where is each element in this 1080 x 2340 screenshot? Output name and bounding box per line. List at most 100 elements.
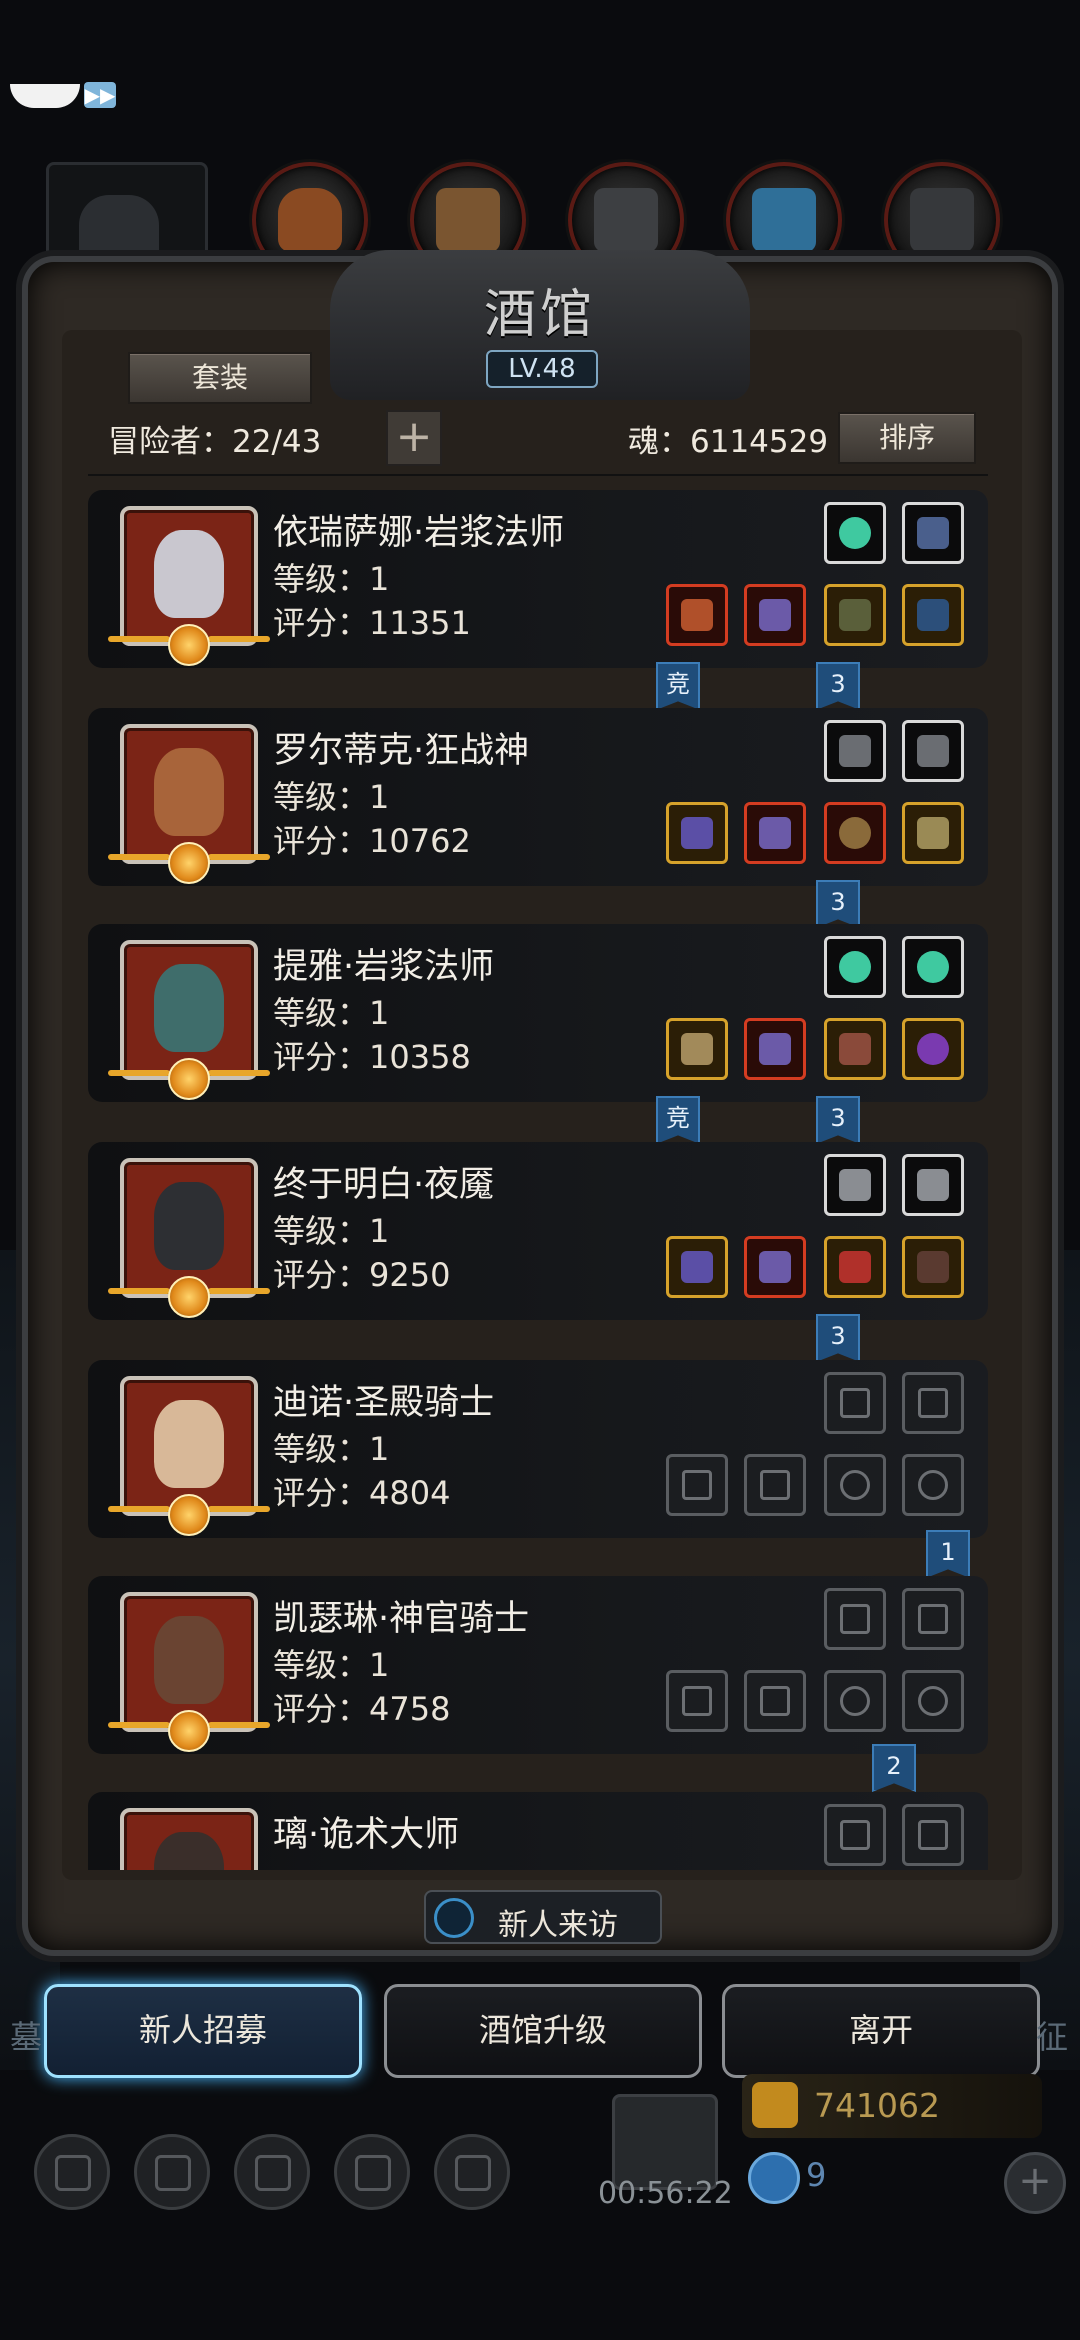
accessory-slot[interactable] (902, 802, 964, 864)
armor-slot[interactable] (744, 1018, 806, 1080)
clock-icon (434, 1898, 474, 1938)
empty-slot[interactable] (824, 1372, 886, 1434)
hero-portrait[interactable] (108, 506, 270, 666)
settings-icon[interactable] (34, 2134, 110, 2210)
hero-row[interactable]: 罗尔蒂克·狂战神 等级：1 评分：10762 (88, 708, 988, 886)
hero-score: 评分：9250 (273, 1256, 451, 1294)
hero-portrait[interactable] (108, 1376, 270, 1536)
empty-ring-slot[interactable] (824, 1454, 886, 1516)
weapon-slot[interactable] (666, 584, 728, 646)
hero-portrait[interactable] (108, 724, 270, 884)
empty-slot[interactable] (824, 1588, 886, 1650)
empty-weapon-slot[interactable] (666, 1454, 728, 1516)
hero-row[interactable]: 提雅·岩浆法师 等级：1 评分：10358 (88, 924, 988, 1102)
accessory-slot[interactable] (902, 720, 964, 782)
offhand-slot[interactable] (824, 584, 886, 646)
empty-weapon-slot[interactable] (666, 1670, 728, 1732)
empty-slot[interactable] (902, 1588, 964, 1650)
ring-icon (840, 1470, 870, 1500)
compass-icon (455, 2155, 491, 2191)
gem-slot[interactable] (902, 936, 964, 998)
empty-slot[interactable] (902, 1804, 964, 1866)
accessory-slot[interactable] (902, 502, 964, 564)
armor-slot[interactable] (744, 802, 806, 864)
accessory-slot[interactable] (902, 1018, 964, 1080)
green-gem-icon (917, 951, 949, 983)
upgrade-tavern-button[interactable]: 酒馆升级 (384, 1984, 702, 2078)
hero-list[interactable]: 依瑞萨娜·岩浆法师 等级：1 评分：11351 竞 3 罗尔蒂克·狂战神 等级：… (88, 490, 988, 1870)
amulet-icon (917, 517, 949, 549)
add-slot-button[interactable]: + (386, 410, 442, 466)
hero-portrait[interactable] (108, 940, 270, 1100)
feather-icon (917, 735, 949, 767)
hero-row[interactable]: 凯瑟琳·神官骑士 等级：1 评分：4758 (88, 1576, 988, 1754)
armor-slot[interactable] (744, 1236, 806, 1298)
empty-ring-slot[interactable] (824, 1670, 886, 1732)
rank-emblem-icon (168, 1710, 210, 1752)
new-visitor-button[interactable]: 新人来访 (424, 1890, 662, 1944)
hero-name: 终于明白·夜魇 (273, 1165, 495, 1205)
suit-button[interactable]: 套装 (128, 352, 312, 404)
hero-row[interactable]: 璃·诡术大师 (88, 1792, 988, 1870)
gem-amount: 9 (806, 2156, 827, 2194)
offhand-slot[interactable] (824, 1236, 886, 1298)
achievement-icon[interactable] (134, 2134, 210, 2210)
weapon-slot[interactable] (666, 802, 728, 864)
hero-row[interactable]: 依瑞萨娜·岩浆法师 等级：1 评分：11351 (88, 490, 988, 668)
weapon-slot[interactable] (666, 1018, 728, 1080)
accessory-slot[interactable] (902, 1236, 964, 1298)
accessory-slot[interactable] (824, 1154, 886, 1216)
rank-emblem-icon (168, 1058, 210, 1100)
weapon-slot[interactable] (666, 1236, 728, 1298)
empty-ring-slot[interactable] (902, 1670, 964, 1732)
empty-slot[interactable] (902, 1372, 964, 1434)
recruit-button[interactable]: 新人招募 (44, 1984, 362, 2078)
empty-ring-slot[interactable] (902, 1454, 964, 1516)
empty-armor-slot[interactable] (744, 1454, 806, 1516)
star-count-badge: 3 (816, 1096, 860, 1144)
hero-row[interactable]: 终于明白·夜魇 等级：1 评分：9250 (88, 1142, 988, 1320)
map-icon[interactable] (434, 2134, 510, 2210)
feather-icon (839, 735, 871, 767)
fast-forward-icon[interactable]: ▶▶ (84, 82, 116, 108)
gem-slot[interactable] (824, 502, 886, 564)
empty-armor-slot[interactable] (744, 1670, 806, 1732)
speed-control[interactable]: ▶▶ (10, 78, 116, 112)
tab-steel[interactable] (884, 162, 1000, 278)
hero-portrait[interactable] (108, 1592, 270, 1752)
offhand-slot[interactable] (824, 1018, 886, 1080)
hero-portrait[interactable] (108, 1158, 270, 1318)
accessory-slot[interactable] (902, 1154, 964, 1216)
accessory-slot[interactable] (824, 720, 886, 782)
side-label-right: 征 (1036, 2018, 1069, 2056)
tavern-level-badge: LV.48 (486, 350, 598, 388)
mace-icon (681, 817, 713, 849)
hammer-icon (682, 1686, 712, 1716)
armor-slot[interactable] (744, 584, 806, 646)
armor-outline-icon (760, 1470, 790, 1500)
accessory-slot[interactable] (902, 584, 964, 646)
wing-ornament (108, 636, 170, 642)
tab-leather[interactable] (252, 162, 368, 278)
hero-portrait[interactable] (120, 1808, 258, 1870)
hero-score: 评分：10358 (273, 1038, 471, 1076)
hero-level: 等级：1 (273, 994, 390, 1032)
hero-row[interactable]: 迪诺·圣殿骑士 等级：1 评分：4804 (88, 1360, 988, 1538)
gem-slot[interactable] (824, 936, 886, 998)
cloak-icon (839, 599, 871, 631)
gold-counter: 741062 (742, 2074, 1042, 2138)
offhand-slot[interactable] (824, 802, 886, 864)
potion-icon (839, 1251, 871, 1283)
hero-face (154, 748, 224, 836)
empty-slot[interactable] (824, 1804, 886, 1866)
wing-ornament (108, 1288, 170, 1294)
sort-button[interactable]: 排序 (838, 412, 976, 464)
mail-icon[interactable] (334, 2134, 410, 2210)
green-gem-icon (839, 517, 871, 549)
codex-icon[interactable] (234, 2134, 310, 2210)
wing-ornament (208, 854, 270, 860)
hero-score: 评分：10762 (273, 822, 471, 860)
tab-crystal[interactable] (726, 162, 842, 278)
leave-button[interactable]: 离开 (722, 1984, 1040, 2078)
add-currency-button[interactable]: + (1004, 2152, 1066, 2214)
